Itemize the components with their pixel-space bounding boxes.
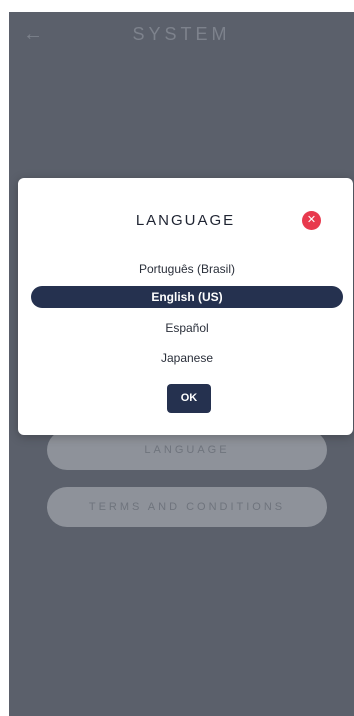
close-icon[interactable]: ✕ — [302, 211, 321, 230]
page-title: SYSTEM — [132, 24, 231, 44]
language-option-portuguese[interactable]: Português (Brasil) — [31, 258, 343, 280]
language-option-spanish[interactable]: Español — [31, 317, 343, 339]
terms-menu-button[interactable]: TERMS AND CONDITIONS — [47, 487, 327, 527]
language-modal: LANGUAGE ✕ Português (Brasil) English (U… — [18, 178, 353, 435]
top-bar: ← SYSTEM — [9, 12, 354, 56]
ok-button[interactable]: OK — [167, 384, 211, 413]
language-option-english[interactable]: English (US) — [31, 286, 343, 308]
language-option-japanese[interactable]: Japanese — [31, 347, 343, 369]
language-menu-button[interactable]: LANGUAGE — [47, 430, 327, 470]
